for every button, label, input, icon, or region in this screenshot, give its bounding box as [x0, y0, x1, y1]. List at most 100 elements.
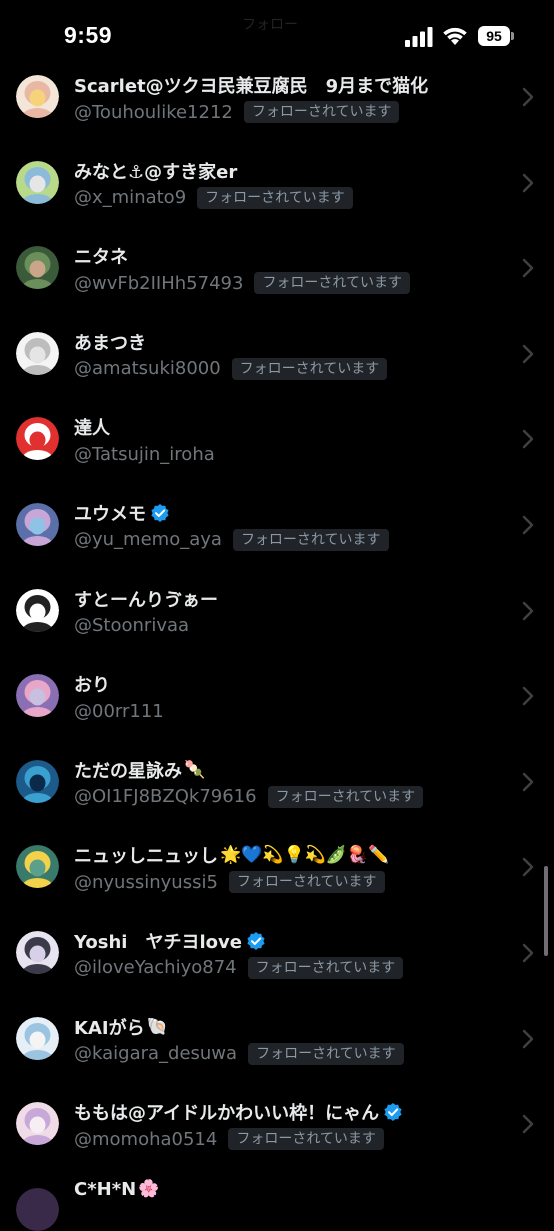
chevron-right-icon[interactable] [522, 1029, 534, 1049]
follows-you-badge: フォローされています [228, 871, 385, 894]
chevron-right-icon[interactable] [522, 943, 534, 963]
chevron-right-icon[interactable] [522, 515, 534, 535]
battery-indicator: 95 [478, 26, 514, 46]
name-emoji: 🐚 [146, 1016, 168, 1037]
user-row[interactable]: KAIがら 🐚 @kaigara_desuwa フォローされています [0, 995, 554, 1081]
cellular-signal-icon [405, 27, 433, 47]
user-handle: @Tatsujin_iroha [74, 443, 215, 465]
name-line: ただの星詠み 🍡 [74, 757, 205, 783]
verified-badge-icon [151, 503, 169, 522]
user-name: KAIがら [74, 1017, 145, 1039]
user-name: あまつき [74, 332, 146, 354]
avatar [16, 1188, 59, 1231]
user-row[interactable]: 達人 @Tatsujin_iroha [0, 395, 554, 481]
user-handle: @00rr111 [74, 700, 164, 722]
handle-line: @Stoonrivaa [74, 614, 189, 638]
chevron-right-icon[interactable] [522, 601, 534, 621]
name-line: おり [74, 671, 110, 697]
chevron-right-icon[interactable] [522, 686, 534, 706]
name-line: ニタネ [74, 243, 128, 269]
follows-you-badge: フォローされています [267, 785, 424, 808]
user-row[interactable]: Yoshi ヤチヨlove @iloveYachiyo874 フォローされています [0, 909, 554, 995]
avatar[interactable] [16, 845, 59, 889]
avatar[interactable] [16, 331, 59, 375]
name-line: KAIがら 🐚 [74, 1014, 168, 1040]
avatar[interactable] [16, 502, 59, 546]
user-row[interactable]: あまつき @amatsuki8000 フォローされています [0, 310, 554, 396]
avatar[interactable] [16, 417, 59, 461]
avatar[interactable] [16, 246, 59, 290]
name-line: すとーんりゔぁー [74, 586, 218, 612]
user-handle: @OI1FJ8BZQk79616 [74, 786, 257, 808]
user-name: ユウメモ [74, 503, 146, 525]
handle-line: @kaigara_desuwa フォローされています [74, 1042, 404, 1066]
name-line: ももは@アイドルかわいい枠！にゃん [74, 1099, 403, 1125]
chevron-right-icon[interactable] [522, 772, 534, 792]
name-line: みなと⚓@すき家er [74, 158, 237, 184]
follows-you-badge: フォローされています [231, 357, 388, 380]
chevron-right-icon[interactable] [522, 173, 534, 193]
name-line: Scarlet@ツクヨ民兼豆腐民 9月まで猫化 [74, 72, 428, 98]
scrollbar[interactable] [544, 866, 548, 956]
follows-you-badge: フォローされています [228, 1128, 384, 1151]
user-handle: @Touhoulike1212 [74, 101, 233, 123]
chevron-right-icon[interactable] [522, 1114, 534, 1134]
chevron-right-icon[interactable] [522, 344, 534, 364]
user-handle: @Stoonrivaa [74, 615, 190, 637]
user-name: おり [74, 675, 110, 697]
user-handle: @wvFb2IIHh57493 [74, 272, 244, 294]
handle-line: @00rr111 [74, 699, 164, 723]
avatar[interactable] [16, 160, 59, 204]
user-row[interactable]: おり @00rr111 [0, 652, 554, 738]
avatar[interactable] [16, 588, 59, 632]
user-handle: @kaigara_desuwa [74, 1043, 238, 1065]
user-handle: @iloveYachiyo874 [74, 957, 237, 979]
user-row[interactable]: すとーんりゔぁー @Stoonrivaa [0, 567, 554, 653]
name-line: ユウメモ [74, 500, 170, 526]
status-time: 9:59 [64, 22, 113, 48]
name-line: ニュッしニュッし 🌟💙💫💡💫🫛🪼✏️ [74, 842, 389, 868]
chevron-right-icon[interactable] [522, 87, 534, 107]
user-name: Scarlet@ツクヨ民兼豆腐民 9月まで猫化 [74, 76, 429, 97]
verified-badge-icon [247, 931, 265, 950]
user-name: すとーんりゔぁー [74, 589, 218, 611]
user-name: ニタネ [74, 247, 128, 269]
user-row[interactable]: ただの星詠み 🍡 @OI1FJ8BZQk79616 フォローされています [0, 738, 554, 824]
name-line: C*H*N 🌸 [74, 1176, 159, 1202]
user-handle: @nyussinyussi5 [74, 871, 218, 893]
avatar[interactable] [16, 759, 59, 803]
follows-you-badge: フォローされています [197, 186, 353, 209]
name-line: 達人 [74, 414, 110, 440]
avatar[interactable] [16, 1102, 59, 1146]
user-row[interactable]: ももは@アイドルかわいい枠！にゃん @momoha0514 フォローされています [0, 1080, 554, 1166]
user-handle: @yu_memo_aya [74, 529, 222, 551]
user-name: C*H*N [74, 1178, 137, 1200]
wifi-icon [443, 27, 467, 45]
header-title-ghost: フォロー [242, 17, 298, 33]
avatar[interactable] [16, 75, 59, 118]
avatar[interactable] [16, 674, 59, 718]
user-row[interactable]: みなと⚓@すき家er @x_minato9 フォローされています [0, 139, 554, 225]
user-row[interactable]: ニュッしニュッし 🌟💙💫💡💫🫛🪼✏️ @nyussinyussi5 フォローされていま… [0, 823, 554, 909]
chevron-right-icon[interactable] [522, 429, 534, 449]
user-handle: @momoha0514 [74, 1128, 218, 1150]
chevron-right-icon[interactable] [522, 258, 534, 278]
verified-badge-icon [384, 1103, 402, 1122]
follows-you-badge: フォローされています [232, 528, 389, 551]
chevron-right-icon[interactable] [522, 857, 534, 877]
handle-line: @iloveYachiyo874 フォローされています [74, 956, 404, 980]
avatar[interactable] [16, 1016, 59, 1060]
user-row[interactable]: ユウメモ @yu_memo_aya フォローされています [0, 481, 554, 567]
user-handle: @x_minato9 [74, 187, 187, 209]
user-row[interactable]: ニタネ @wvFb2IIHh57493 フォローされています [0, 224, 554, 310]
user-name: Yoshi ヤチヨlove [74, 931, 242, 953]
user-name: ももは@アイドルかわいい枠！にゃん [74, 1103, 380, 1125]
handle-line: @nyussinyussi5 フォローされています [74, 870, 385, 894]
handle-line: @wvFb2IIHh57493 フォローされています [74, 271, 411, 295]
status-bar: 9:59 フォロー 95 [0, 0, 554, 70]
name-emoji: 🌟💙💫💡💫🫛🪼✏️ [220, 845, 390, 866]
name-emoji: 🍡 [184, 759, 206, 780]
user-row-partial[interactable]: C*H*N 🌸 [0, 1170, 554, 1231]
followers-list: Scarlet@ツクヨ民兼豆腐民 9月まで猫化 @Touhoulike1212 フォ… [0, 53, 554, 1166]
avatar[interactable] [16, 930, 59, 974]
